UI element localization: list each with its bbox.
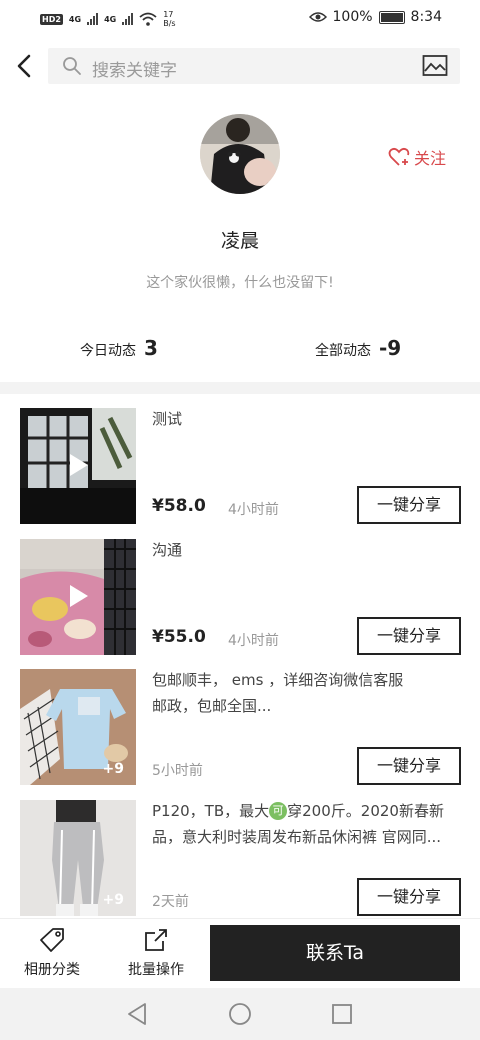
video-thumbnail[interactable] (20, 539, 136, 655)
profile-bio: 这个家伙很懒，什么也没留下! (146, 275, 334, 291)
image-search-icon[interactable] (422, 54, 448, 78)
hd-sub-text: 2 (55, 14, 61, 24)
emoji-icon: 可 (269, 802, 288, 820)
status-bar: HD2 4G 4G 17 B/s 100% 8:34 (0, 0, 480, 38)
item-time: 4小时前 (228, 502, 279, 518)
stat-all-label: 全部动态 (315, 343, 371, 359)
eye-icon (308, 12, 327, 22)
hd-text: HD (42, 14, 56, 24)
item-price: ¥55.0 (152, 627, 206, 647)
image-thumbnail[interactable]: +9 (20, 669, 136, 785)
follow-button[interactable]: 关注 (388, 145, 446, 169)
back-arrow-icon[interactable] (14, 52, 36, 80)
net-speed: 17 B/s (163, 10, 175, 28)
tag-icon (40, 928, 64, 952)
wifi-icon (139, 12, 157, 26)
battery-icon (378, 10, 405, 24)
item-desc-line-2: 邮政，包邮全国... (152, 697, 272, 715)
search-bar[interactable]: 搜索关键字 (48, 48, 460, 84)
hd-badge: HD2 (40, 13, 63, 25)
avatar-image (200, 114, 280, 194)
contact-button[interactable]: 联系Ta (210, 925, 460, 981)
signal-icon-2 (122, 13, 134, 25)
image-thumbnail[interactable]: +9 (20, 800, 136, 916)
search-input[interactable]: 搜索关键字 (92, 56, 177, 81)
item-desc-line-1: P120，TB，最大可穿200斤。2020新春新 (152, 798, 452, 824)
list-item[interactable]: 沟通 ¥55.0 4小时前 一键分享 (0, 531, 480, 661)
play-icon (70, 454, 88, 476)
item-desc: P120，TB，最大可穿200斤。2020新春新 品，意大利时装周发布新品休闲裤… (152, 798, 452, 850)
share-button[interactable]: 一键分享 (357, 878, 461, 916)
item-time: 5小时前 (152, 763, 203, 779)
item-desc: 包邮顺丰， ems ，详细咨询微信客服 邮政，包邮全国... (152, 667, 452, 719)
share-button[interactable]: 一键分享 (357, 617, 461, 655)
share-button[interactable]: 一键分享 (357, 747, 461, 785)
item-desc-line-1: 包邮顺丰， ems ，详细咨询微信客服 (152, 671, 404, 689)
stat-today-label: 今日动态 (80, 343, 136, 359)
item-time: 2天前 (152, 894, 189, 910)
item-desc: 测试 (152, 410, 183, 428)
share-button[interactable]: 一键分享 (357, 486, 461, 524)
video-thumbnail[interactable] (20, 408, 136, 524)
list-item[interactable]: +9 包邮顺丰， ems ，详细咨询微信客服 邮政，包邮全国... 5小时前 一… (0, 661, 480, 791)
net-speed-value: 17 (163, 10, 174, 19)
more-images-badge: +9 (102, 892, 124, 908)
heart-plus-icon (388, 147, 410, 166)
net-label-1: 4G (68, 14, 82, 24)
bottom-toolbar: 相册分类 批量操作 联系Ta (0, 918, 480, 987)
batch-operation-button[interactable]: 批量操作 (106, 925, 206, 979)
stat-all[interactable]: 全部动态 -9 (315, 336, 401, 360)
nav-home-icon[interactable] (228, 1002, 252, 1026)
item-time: 4小时前 (228, 633, 279, 649)
profile-name: 凌晨 (220, 230, 259, 252)
section-divider (0, 382, 480, 394)
album-category-label: 相册分类 (24, 962, 80, 978)
nav-recents-icon[interactable] (331, 1003, 353, 1025)
stat-all-count: -9 (379, 336, 402, 360)
item-desc-line-1a: P120，TB，最大 (152, 802, 270, 820)
item-desc: 沟通 (152, 541, 183, 559)
follow-label: 关注 (414, 149, 447, 168)
item-desc-line-2: 品，意大利时装周发布新品休闲裤 官网同... (152, 828, 442, 846)
list-item[interactable]: +9 P120，TB，最大可穿200斤。2020新春新 品，意大利时装周发布新品… (0, 792, 480, 922)
nav-back-icon[interactable] (126, 1002, 148, 1026)
play-icon (70, 585, 88, 607)
net-speed-unit: B/s (163, 19, 176, 28)
system-nav-bar (0, 988, 480, 1040)
clock: 8:34 (410, 9, 442, 25)
stat-today[interactable]: 今日动态 3 (80, 336, 158, 360)
status-left: HD2 4G 4G 17 B/s (40, 10, 176, 28)
item-price: ¥58.0 (152, 496, 206, 516)
album-category-button[interactable]: 相册分类 (2, 925, 102, 979)
item-desc-line-1b: 穿200斤。2020新春新 (287, 802, 444, 820)
status-right: 100% 8:34 (308, 9, 442, 25)
more-images-badge: +9 (102, 761, 124, 777)
battery-percent: 100% (332, 9, 373, 25)
stat-today-count: 3 (144, 336, 158, 360)
list-item[interactable]: 测试 ¥58.0 4小时前 一键分享 (0, 400, 480, 530)
net-label-2: 4G (104, 14, 117, 24)
share-out-icon (145, 929, 167, 951)
search-icon (63, 57, 81, 75)
signal-icon-1 (87, 13, 99, 25)
avatar (200, 114, 280, 194)
batch-operation-label: 批量操作 (128, 962, 184, 978)
